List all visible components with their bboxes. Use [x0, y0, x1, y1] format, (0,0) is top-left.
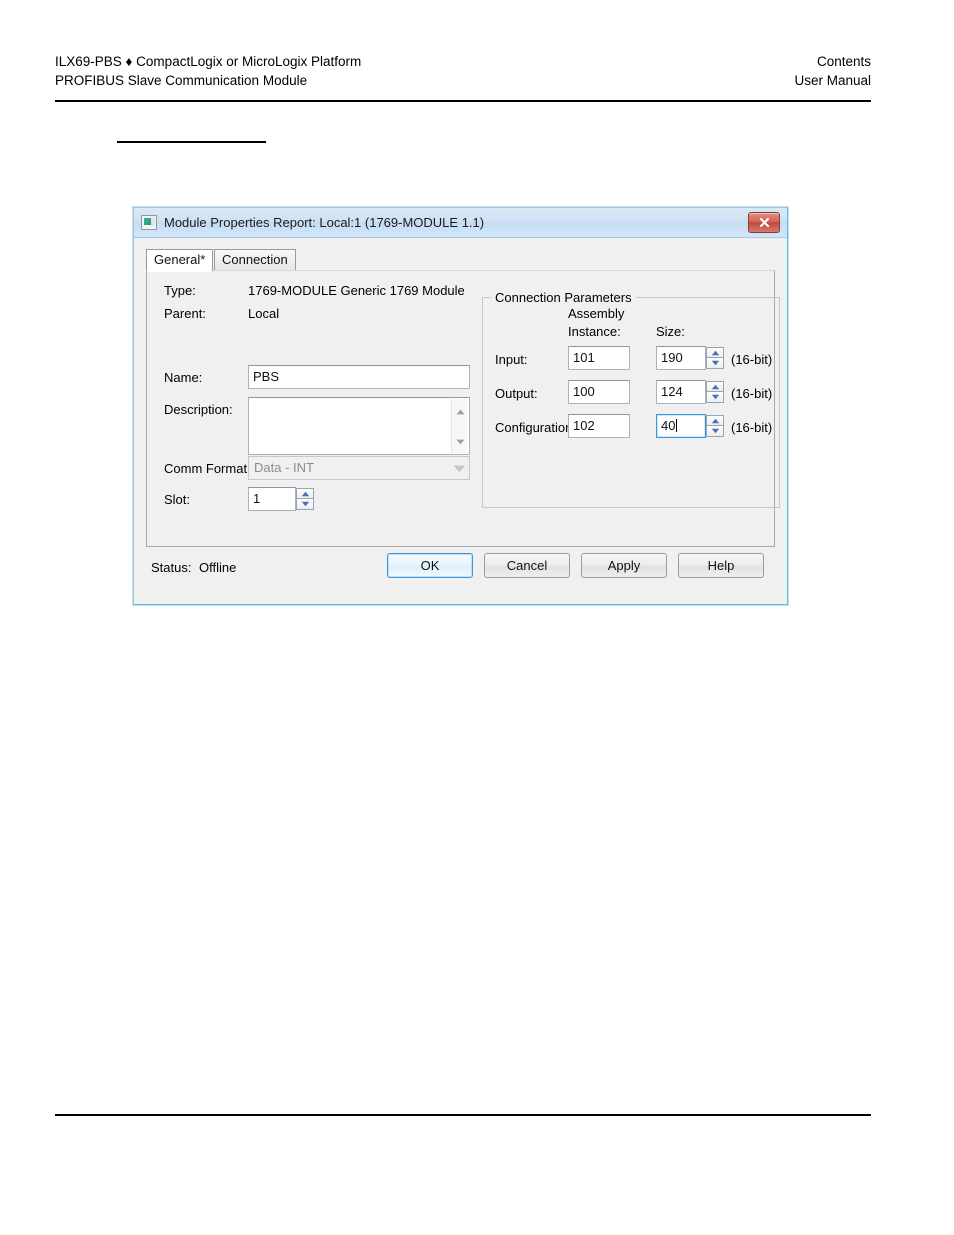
- parent-value: Local: [248, 306, 280, 321]
- configuration-size-unit: (16-bit): [731, 420, 773, 435]
- input-size-stepper-up[interactable]: [706, 347, 724, 358]
- input-size-unit: (16-bit): [731, 352, 773, 367]
- tabstrip: General* Connection: [146, 249, 775, 272]
- ok-button[interactable]: OK: [387, 553, 473, 578]
- name-input[interactable]: PBS: [248, 365, 470, 389]
- slot-label: Slot:: [164, 492, 191, 507]
- input-size-input[interactable]: 190: [656, 346, 706, 370]
- slot-input[interactable]: 1: [248, 487, 296, 511]
- output-instance-input[interactable]: 100: [568, 380, 630, 404]
- cancel-button[interactable]: Cancel: [484, 553, 570, 578]
- type-label: Type:: [164, 283, 196, 298]
- module-properties-dialog[interactable]: Module Properties Report: Local:1 (1769-…: [133, 207, 788, 605]
- slot-stepper-up[interactable]: [296, 488, 314, 499]
- chevron-down-icon[interactable]: [450, 458, 468, 478]
- dialog-title: Module Properties Report: Local:1 (1769-…: [164, 215, 485, 230]
- scroll-up-icon[interactable]: [456, 402, 465, 420]
- header-left-line2: PROFIBUS Slave Communication Module: [55, 73, 308, 88]
- configuration-size-stepper-down[interactable]: [706, 426, 724, 437]
- scroll-down-icon[interactable]: [456, 432, 465, 450]
- header-right-line2: User Manual: [794, 73, 871, 88]
- slot-stepper[interactable]: [296, 488, 314, 510]
- output-row-label: Output:: [495, 386, 538, 401]
- configuration-row-label: Configuration:: [495, 420, 576, 435]
- input-size-stepper[interactable]: [706, 347, 724, 369]
- output-size-input[interactable]: 124: [656, 380, 706, 404]
- output-size-stepper[interactable]: [706, 381, 724, 403]
- size-header: Size:: [656, 324, 685, 339]
- dialog-body: General* Connection Type: 1769-MODULE Ge…: [134, 238, 787, 604]
- configuration-size-input[interactable]: 40: [656, 414, 706, 438]
- description-label: Description:: [164, 402, 233, 417]
- connection-parameters-title: Connection Parameters: [491, 290, 636, 305]
- input-row-label: Input:: [495, 352, 528, 367]
- header-right: Contents User Manual: [794, 52, 871, 90]
- output-size-stepper-down[interactable]: [706, 392, 724, 403]
- configuration-size-stepper[interactable]: [706, 415, 724, 437]
- output-size-stepper-up[interactable]: [706, 381, 724, 392]
- header-left-line1: ILX69-PBS ♦ CompactLogix or MicroLogix P…: [55, 54, 362, 69]
- header-left: ILX69-PBS ♦ CompactLogix or MicroLogix P…: [55, 52, 361, 90]
- comm-format-select[interactable]: Data - INT: [248, 456, 470, 480]
- page-header: ILX69-PBS ♦ CompactLogix or MicroLogix P…: [55, 52, 871, 90]
- status-value: Offline: [199, 560, 237, 575]
- tab-connection[interactable]: Connection: [214, 249, 296, 271]
- status-label: Status:: [151, 560, 192, 575]
- input-size-stepper-down[interactable]: [706, 358, 724, 369]
- comm-format-label: Comm Format:: [164, 461, 251, 476]
- connection-parameters-group: Connection Parameters Assembly Instance:…: [482, 290, 780, 508]
- slot-stepper-down[interactable]: [296, 499, 314, 510]
- comm-format-value: Data - INT: [254, 460, 314, 475]
- description-input[interactable]: [248, 397, 470, 455]
- assembly-instance-header-line2: Instance:: [568, 324, 621, 339]
- type-value: 1769-MODULE Generic 1769 Module: [248, 283, 465, 298]
- configuration-size-value: 40: [661, 418, 676, 433]
- input-instance-input[interactable]: 101: [568, 346, 630, 370]
- output-size-unit: (16-bit): [731, 386, 773, 401]
- section-heading-rule: [117, 141, 266, 143]
- name-label: Name:: [164, 370, 203, 385]
- parent-label: Parent:: [164, 306, 206, 321]
- header-right-line1: Contents: [816, 54, 871, 69]
- apply-button[interactable]: Apply: [581, 553, 667, 578]
- footer-divider: [55, 1114, 871, 1116]
- configuration-size-stepper-up[interactable]: [706, 415, 724, 426]
- module-window-icon: [141, 215, 157, 230]
- help-button[interactable]: Help: [678, 553, 764, 578]
- assembly-instance-header-line1: Assembly: [568, 306, 625, 321]
- description-scrollbar[interactable]: [451, 399, 468, 453]
- configuration-instance-input[interactable]: 102: [568, 414, 630, 438]
- header-divider: [55, 100, 871, 102]
- text-caret: [676, 419, 678, 432]
- close-icon[interactable]: [748, 212, 780, 233]
- tab-general[interactable]: General*: [146, 249, 214, 272]
- general-tab-panel: Type: 1769-MODULE Generic 1769 Module Pa…: [146, 270, 780, 547]
- dialog-titlebar[interactable]: Module Properties Report: Local:1 (1769-…: [134, 208, 787, 238]
